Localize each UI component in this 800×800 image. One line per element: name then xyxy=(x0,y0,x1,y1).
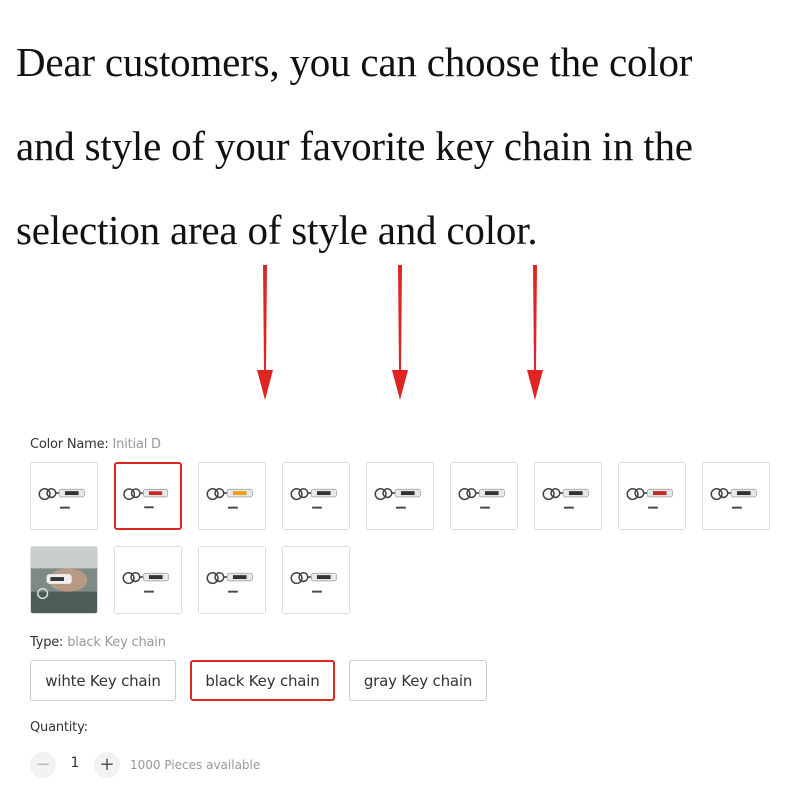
keychain-icon xyxy=(283,463,349,529)
color-option-thumbnail[interactable] xyxy=(282,546,350,614)
keychain-photo-icon xyxy=(31,547,97,613)
keychain-icon xyxy=(283,547,349,613)
quantity-decrease-button[interactable]: − xyxy=(30,752,56,778)
keychain-icon xyxy=(619,463,685,529)
type-option-white[interactable]: wihte Key chain xyxy=(30,660,176,701)
type-option-gray[interactable]: gray Key chain xyxy=(349,660,487,701)
quantity-label: Quantity: xyxy=(30,720,88,735)
color-option-thumbnail[interactable] xyxy=(282,462,350,530)
color-option-thumbnail[interactable] xyxy=(366,462,434,530)
keychain-icon xyxy=(367,463,433,529)
instruction-line-1: Dear customers, you can choose the color xyxy=(16,39,693,85)
color-option-thumbnail[interactable] xyxy=(198,462,266,530)
down-arrow-icon xyxy=(390,265,410,400)
type-label: Type: black Key chain xyxy=(30,635,166,650)
color-name-value: Initial D xyxy=(112,437,162,452)
quantity-increase-button[interactable]: + xyxy=(94,752,120,778)
keychain-icon xyxy=(31,463,97,529)
color-name-label: Color Name: Initial D xyxy=(30,437,161,452)
keychain-icon xyxy=(703,463,769,529)
type-option-black[interactable]: black Key chain xyxy=(190,660,335,701)
type-title: Type: xyxy=(30,635,64,650)
color-option-thumbnail-selected[interactable] xyxy=(114,462,182,530)
color-name-title: Color Name: xyxy=(30,437,109,452)
keychain-icon xyxy=(199,547,265,613)
keychain-icon xyxy=(535,463,601,529)
color-option-thumbnail[interactable] xyxy=(702,462,770,530)
color-option-thumbnail[interactable] xyxy=(30,462,98,530)
instruction-line-2: and style of your favorite key chain in … xyxy=(16,123,693,169)
color-option-thumbnail[interactable] xyxy=(198,546,266,614)
color-option-thumbnail[interactable] xyxy=(618,462,686,530)
keychain-icon xyxy=(199,463,265,529)
instruction-text: Dear customers, you can choose the color… xyxy=(16,20,796,272)
keychain-icon xyxy=(451,463,517,529)
down-arrow-icon xyxy=(255,265,275,400)
keychain-icon xyxy=(116,464,180,528)
color-option-photo-thumbnail[interactable] xyxy=(30,546,98,614)
stock-available-text: 1000 Pieces available xyxy=(130,758,261,772)
type-value: black Key chain xyxy=(67,635,166,650)
color-option-thumbnail[interactable] xyxy=(534,462,602,530)
quantity-value[interactable]: 1 xyxy=(64,755,86,771)
down-arrow-icon xyxy=(525,265,545,400)
color-option-thumbnail[interactable] xyxy=(450,462,518,530)
keychain-icon xyxy=(115,547,181,613)
color-option-thumbnail[interactable] xyxy=(114,546,182,614)
instruction-line-3: selection area of style and color. xyxy=(16,207,538,253)
